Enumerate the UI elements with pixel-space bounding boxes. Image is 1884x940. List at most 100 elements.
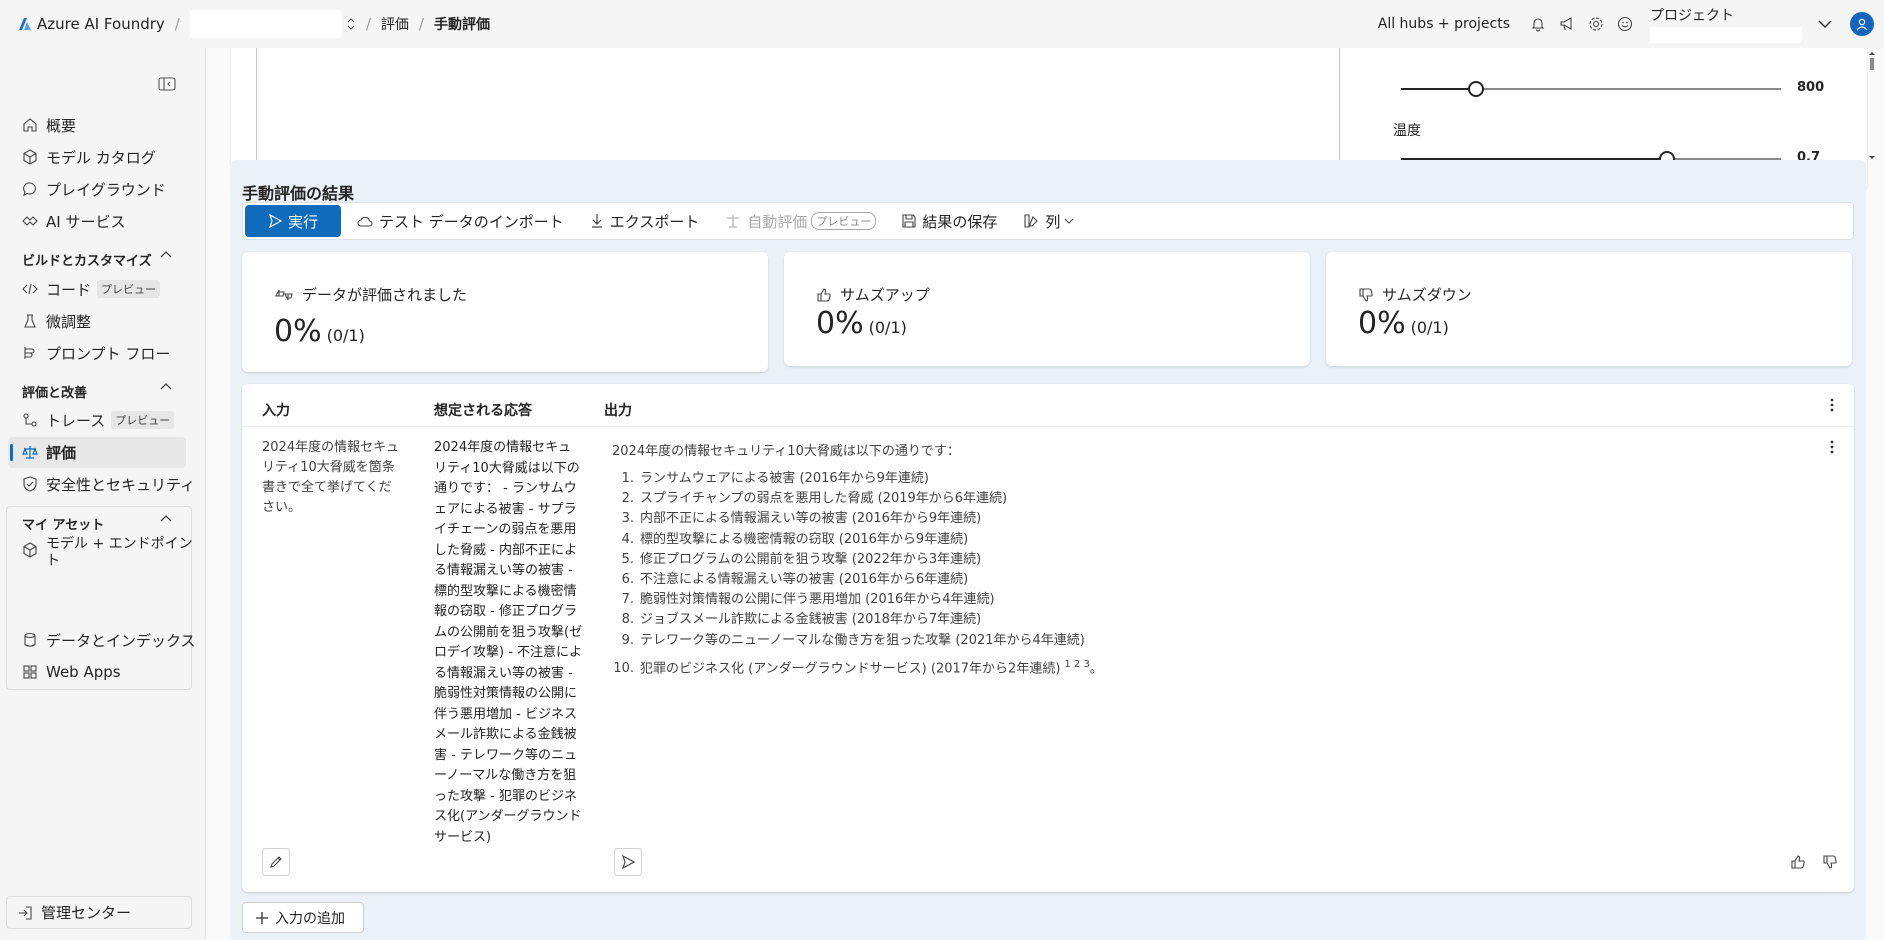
sidebar-item-overview[interactable]: 概要 [22, 112, 76, 138]
sidebar-item-ai-services[interactable]: AI サービス [22, 208, 125, 234]
expected-response-cell[interactable]: 2024年度の情報セキュリティ10大脅威は以下の通りです： - ランサムウェアに… [434, 438, 584, 848]
send-icon [268, 214, 282, 228]
sidebar-item-label: Web Apps [46, 663, 121, 681]
top-slider-fill [1401, 88, 1476, 90]
chevron-down-icon[interactable] [1818, 19, 1832, 29]
output-list: 1. ランサムウェアによる被害 (2016年から9年連続) 2. スプライチャンプの弱… [612, 469, 1512, 679]
top-bar: Azure AI Foundry / / 評価 / 手動評価 All hubs … [0, 0, 1884, 48]
add-input-button[interactable]: 入力の追加 [242, 902, 364, 933]
breadcrumb-separator: / [418, 15, 424, 33]
auto-eval-button[interactable]: 自動評価 プレビュー [715, 205, 886, 237]
megaphone-icon[interactable] [1559, 16, 1575, 32]
results-toolbar: 実行 テスト データのインポート エクスポート 自動評価 プレビュー 結果の保存 [242, 202, 1854, 240]
active-indicator [10, 444, 13, 461]
smiley-feedback-icon[interactable] [1617, 16, 1633, 32]
list-text: 標的型攻撃による機密情報の窃取 (2016年から9年連続) [640, 531, 969, 547]
output-list-item: 5. 修正プログラムの公開前を狙う攻撃 (2022年から3年連続) [612, 550, 1512, 570]
all-hubs-link[interactable]: All hubs + projects [1378, 16, 1510, 32]
column-header-input[interactable]: 入力 [262, 400, 290, 420]
bell-icon[interactable] [1530, 16, 1546, 32]
list-number: 10. [613, 661, 634, 677]
save-results-button[interactable]: 結果の保存 [892, 205, 1007, 237]
cloud-icon [357, 214, 373, 228]
code-icon [22, 281, 38, 297]
breadcrumb-evaluation[interactable]: 評価 [381, 14, 409, 34]
sidebar-item-code[interactable]: コード プレビュー [22, 276, 161, 302]
chat-icon [22, 181, 38, 197]
save-icon [902, 214, 916, 228]
chevron-up-icon[interactable] [160, 514, 172, 522]
output-list-item: 9. テレワーク等のニューノーマルな働き方を狙った攻撃 (2021年から4年連続) [612, 631, 1512, 651]
sidebar-item-label: プレイグラウンド [46, 180, 166, 199]
thumbs-down-icon [1358, 287, 1374, 303]
breadcrumb-separator: / [174, 15, 180, 33]
list-number: 3. [621, 511, 634, 527]
main-content: 800 温度 0.7 手動評価の結果 実行 テスト データのインポート エクスポ… [206, 48, 1884, 940]
export-button[interactable]: エクスポート [580, 205, 710, 237]
column-header-output[interactable]: 出力 [604, 400, 632, 420]
input-cell[interactable]: 2024年度の情報セキュリティ10大脅威を箇条書きで全て挙げてください。 [262, 438, 404, 518]
plus-icon [255, 911, 269, 925]
trace-icon [22, 412, 38, 428]
sidebar-item-finetune[interactable]: 微調整 [22, 308, 91, 334]
output-intro: 2024年度の情報セキュリティ10大脅威は以下の通りです： [612, 444, 960, 459]
run-row-button[interactable] [614, 848, 642, 876]
sidebar-item-trace[interactable]: トレース プレビュー [22, 407, 175, 433]
sidebar-item-model-catalog[interactable]: モデル カタログ [22, 144, 156, 170]
sidebar-item-safety[interactable]: 安全性とセキュリティ [22, 471, 195, 497]
chevron-down-icon [1064, 218, 1074, 225]
stat-value: 0% [274, 314, 322, 349]
results-table: 入力 想定される応答 出力 2024年度の情報セキュリティ10大脅威を箇条書きで… [242, 384, 1854, 892]
sidebar-item-prompt-flow[interactable]: プロンプト フロー [22, 340, 170, 366]
stat-label: サムズアップ [840, 286, 930, 304]
sidebar-item-data-indexes[interactable]: データとインデックス [22, 627, 196, 653]
chevron-up-icon[interactable] [160, 250, 172, 258]
output-list-item: 2. スプライチャンプの弱点を悪用した脅威 (2019年から6年連続) [612, 489, 1512, 509]
list-number: 9. [621, 632, 634, 648]
sidebar-item-evaluation[interactable]: 評価 [22, 439, 76, 465]
preview-badge: プレビュー [111, 411, 175, 429]
sidebar-item-models-endpoints[interactable]: モデル + エンドポイント [22, 536, 196, 578]
gear-icon[interactable] [1588, 16, 1604, 32]
run-button[interactable]: 実行 [245, 205, 341, 237]
top-slider-thumb[interactable] [1468, 81, 1484, 97]
thumbs-up-icon[interactable] [1790, 854, 1806, 870]
section-build-customize[interactable]: ビルドとカスタマイズ [22, 250, 152, 269]
run-label: 実行 [287, 212, 318, 231]
row-more-options-icon[interactable] [1830, 440, 1834, 454]
project-switcher[interactable]: プロジェクト [1650, 5, 1802, 43]
chevron-updown-icon[interactable] [346, 17, 356, 31]
cube-icon [22, 149, 38, 165]
section-my-assets[interactable]: マイ アセット [22, 514, 104, 533]
sidebar: 概要 モデル カタログ プレイグラウンド AI サービス ビルドとカスタマイズ … [0, 48, 206, 940]
import-test-data-button[interactable]: テスト データのインポート [347, 205, 574, 237]
thumbs-updown-icon [274, 287, 294, 303]
section-assess-improve[interactable]: 評価と改善 [22, 382, 87, 401]
output-list-item: 3. 内部不正による情報漏えい等の被害 (2016年から9年連続) [612, 509, 1512, 529]
management-center-button[interactable]: 管理センター [6, 896, 192, 929]
citation-refs[interactable]: 1 2 3 [1064, 659, 1089, 670]
collapse-sidebar-icon[interactable] [158, 76, 176, 92]
manual-eval-results-panel: 手動評価の結果 実行 テスト データのインポート エクスポート 自動評価 プレビ… [230, 160, 1866, 940]
columns-button[interactable]: 列 [1013, 205, 1084, 237]
avatar[interactable] [1850, 12, 1874, 36]
params-scrollbar[interactable] [1865, 48, 1879, 170]
scale-icon [725, 213, 741, 229]
prompt-textarea[interactable] [256, 48, 1340, 176]
project-selector[interactable] [189, 10, 342, 38]
columns-label: 列 [1045, 212, 1061, 231]
sidebar-item-web-apps[interactable]: Web Apps [22, 659, 121, 685]
edit-input-button[interactable] [262, 848, 290, 876]
preview-badge: プレビュー [811, 212, 877, 230]
more-options-icon[interactable] [1830, 398, 1834, 412]
chevron-up-icon[interactable] [160, 382, 172, 390]
stat-fraction: (0/1) [326, 326, 365, 345]
list-end-punctuation: 。 [1089, 661, 1103, 677]
sidebar-item-playground[interactable]: プレイグラウンド [22, 176, 166, 202]
thumbs-down-icon[interactable] [1822, 854, 1838, 870]
home-link[interactable]: Azure AI Foundry [18, 15, 165, 33]
breadcrumb-separator: / [365, 15, 371, 33]
column-header-expected[interactable]: 想定される応答 [434, 400, 532, 420]
stat-card-thumbs-down: サムズダウン 0% (0/1) [1326, 252, 1852, 366]
output-list-item: 10. 犯罪のビジネス化 (アンダーグラウンドサービス) (2017年から2年連続… [612, 655, 1512, 680]
